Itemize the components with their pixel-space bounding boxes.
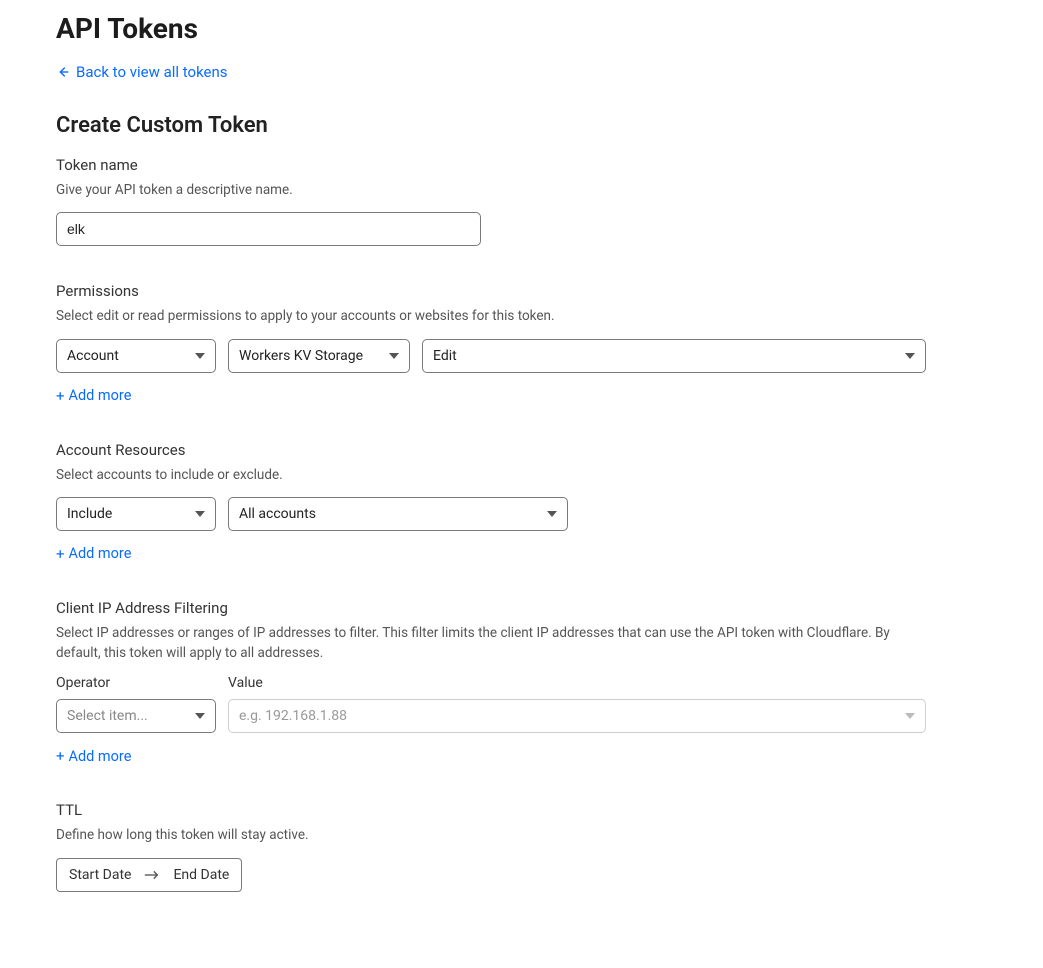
plus-icon: + (56, 387, 65, 405)
permissions-add-more-label: Add more (69, 387, 132, 404)
account-resources-heading: Account Resources (56, 441, 987, 459)
permissions-access-select[interactable]: Edit (422, 339, 926, 373)
ttl-desc: Define how long this token will stay act… (56, 825, 987, 845)
section-ttl: TTL Define how long this token will stay… (56, 801, 987, 891)
permissions-desc: Select edit or read permissions to apply… (56, 306, 926, 326)
arrow-left-icon (56, 65, 70, 79)
page-title: API Tokens (56, 12, 987, 45)
ip-filter-value-placeholder: e.g. 192.168.1.88 (239, 708, 347, 724)
chevron-down-icon (547, 511, 557, 517)
chevron-down-icon (195, 353, 205, 359)
token-name-desc: Give your API token a descriptive name. (56, 180, 987, 200)
account-resources-target-value: All accounts (239, 506, 316, 522)
account-resources-mode-select[interactable]: Include (56, 497, 216, 531)
ip-filter-operator-label: Operator (56, 675, 216, 691)
chevron-down-icon (389, 353, 399, 359)
permissions-add-more[interactable]: + Add more (56, 387, 131, 405)
ttl-start-label: Start Date (69, 867, 131, 883)
section-permissions: Permissions Select edit or read permissi… (56, 282, 926, 404)
account-resources-add-more[interactable]: + Add more (56, 545, 131, 563)
account-resources-desc: Select accounts to include or exclude. (56, 465, 987, 485)
section-account-resources: Account Resources Select accounts to inc… (56, 441, 987, 563)
account-resources-target-select[interactable]: All accounts (228, 497, 568, 531)
section-ip-filter: Client IP Address Filtering Select IP ad… (56, 599, 926, 766)
ip-filter-add-more[interactable]: + Add more (56, 747, 131, 765)
account-resources-add-more-label: Add more (69, 545, 132, 562)
chevron-down-icon (905, 713, 915, 719)
back-link-label: Back to view all tokens (76, 63, 228, 81)
token-name-input[interactable] (56, 212, 481, 246)
permissions-scope-value: Account (67, 348, 119, 364)
arrow-right-icon (143, 869, 161, 881)
permissions-heading: Permissions (56, 282, 926, 300)
back-link[interactable]: Back to view all tokens (56, 63, 228, 81)
permissions-scope-select[interactable]: Account (56, 339, 216, 373)
ttl-heading: TTL (56, 801, 987, 819)
plus-icon: + (56, 747, 65, 765)
ip-filter-desc: Select IP addresses or ranges of IP addr… (56, 623, 926, 664)
ttl-date-range[interactable]: Start Date End Date (56, 858, 242, 892)
permissions-resource-value: Workers KV Storage (239, 348, 363, 364)
permissions-access-value: Edit (433, 348, 457, 364)
permissions-resource-select[interactable]: Workers KV Storage (228, 339, 410, 373)
plus-icon: + (56, 545, 65, 563)
ip-filter-value-select[interactable]: e.g. 192.168.1.88 (228, 699, 926, 733)
account-resources-mode-value: Include (67, 506, 112, 522)
ip-filter-value-label: Value (228, 675, 926, 691)
sub-title: Create Custom Token (56, 113, 987, 138)
ip-filter-operator-select[interactable]: Select item... (56, 699, 216, 733)
chevron-down-icon (905, 353, 915, 359)
ip-filter-add-more-label: Add more (69, 748, 132, 765)
chevron-down-icon (195, 511, 205, 517)
ip-filter-heading: Client IP Address Filtering (56, 599, 926, 617)
section-token-name: Token name Give your API token a descrip… (56, 156, 987, 246)
ttl-end-label: End Date (173, 867, 229, 883)
ip-filter-operator-placeholder: Select item... (67, 708, 148, 724)
token-name-heading: Token name (56, 156, 987, 174)
chevron-down-icon (195, 713, 205, 719)
